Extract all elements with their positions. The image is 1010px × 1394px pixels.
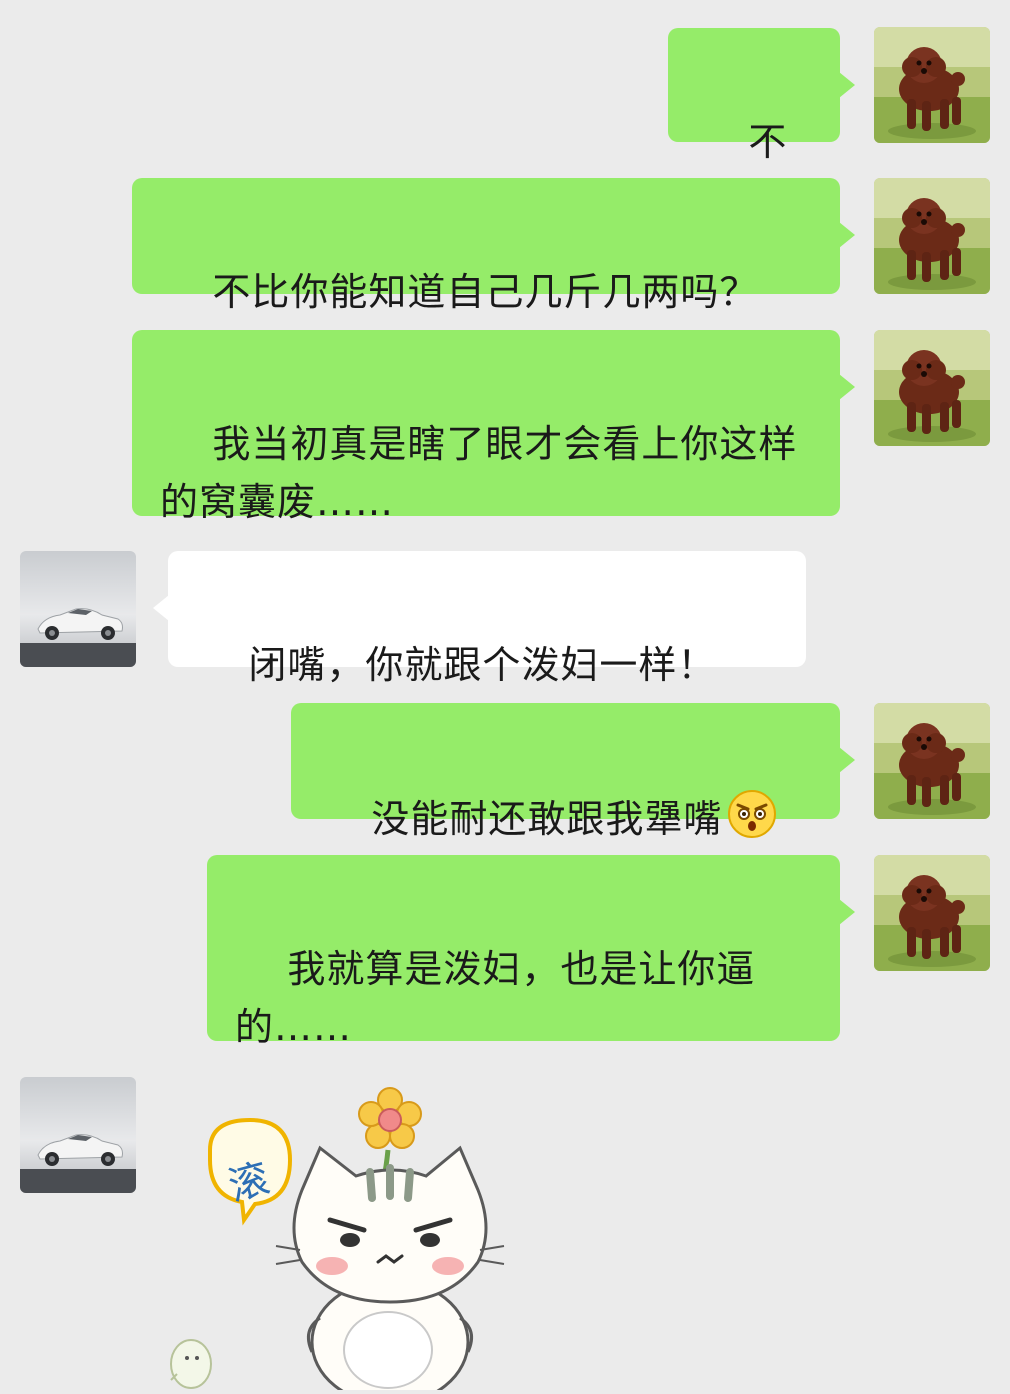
- message-bubble-sent[interactable]: 我当初真是瞎了眼才会看上你这样的窝囊废……: [132, 330, 855, 524]
- poodle-avatar-icon: [874, 27, 990, 143]
- white-car-avatar-icon: [20, 551, 136, 667]
- avatar-contact[interactable]: [20, 1077, 136, 1193]
- avatar-me[interactable]: [874, 855, 990, 971]
- avatar-contact[interactable]: [20, 551, 136, 667]
- message-bubble-sent[interactable]: 没能耐还敢跟我犟嘴: [291, 703, 855, 841]
- message-text: 闭嘴，你就跟个泼妇一样！: [248, 643, 717, 687]
- white-car-avatar-icon: [20, 1077, 136, 1193]
- message-text: 我当初真是瞎了眼才会看上你这样的窝囊废……: [160, 422, 798, 524]
- avatar-me[interactable]: [874, 330, 990, 446]
- message-text: 没能耐还敢跟我犟嘴: [371, 797, 723, 841]
- poodle-avatar-icon: [874, 703, 990, 819]
- avatar-me[interactable]: [874, 703, 990, 819]
- message-text: 不比你能知道自己几斤几两吗？: [212, 270, 759, 314]
- message-text: 我就算是泼妇，也是让你逼的……: [235, 947, 756, 1049]
- message-bubble-sent[interactable]: 我就算是泼妇，也是让你逼的……: [207, 855, 855, 1049]
- avatar-me[interactable]: [874, 27, 990, 143]
- chat-panel[interactable]: 不比？ 不比你能知道自己几斤几两吗？ 我当初真是瞎了眼才会看上你这样的窝囊废………: [0, 0, 1010, 1390]
- message-bubble-sent[interactable]: 不比？: [668, 28, 855, 222]
- message-bubble-sent[interactable]: 不比你能知道自己几斤几两吗？: [132, 178, 855, 314]
- poodle-avatar-icon: [874, 178, 990, 294]
- poodle-avatar-icon: [874, 330, 990, 446]
- small-sticker-icon: [165, 1330, 215, 1390]
- message-bubble-received[interactable]: 闭嘴，你就跟个泼妇一样！: [153, 551, 806, 687]
- angry-face-emoji: [726, 788, 778, 856]
- avatar-me[interactable]: [874, 178, 990, 294]
- poodle-avatar-icon: [874, 855, 990, 971]
